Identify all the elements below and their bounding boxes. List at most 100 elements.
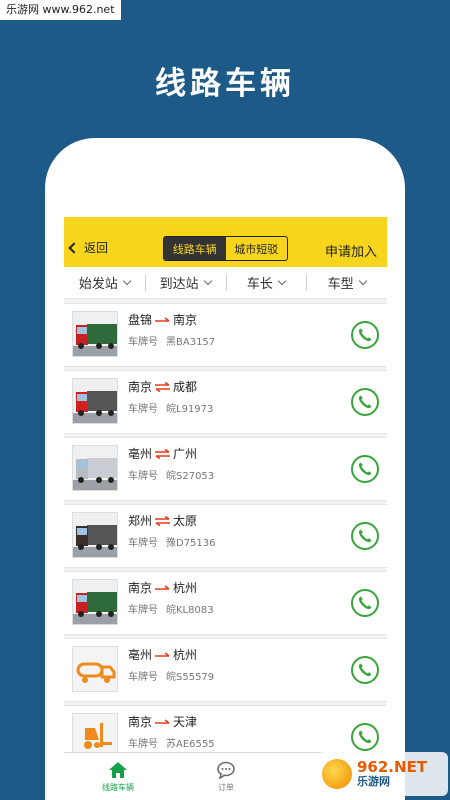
segment-line-vehicles[interactable]: 线路车辆 (164, 237, 226, 260)
phone-icon (358, 730, 372, 744)
route-origin: 郑州 (128, 514, 153, 528)
call-button[interactable] (351, 656, 379, 684)
call-button[interactable] (351, 522, 379, 550)
truck-thumbnail (72, 579, 118, 625)
route: 盘锦 南京 (128, 311, 197, 328)
app-screen: 返回 线路车辆 城市短驳 申请加入 始发站 到达站 车长 车型 盘锦 南京 车牌号黑… (64, 217, 387, 800)
vehicle-list-item[interactable]: 南京 杭州车牌号 皖KL8083 (64, 571, 387, 635)
round-trip-arrow-icon (155, 515, 171, 526)
back-label: 返回 (84, 241, 109, 255)
call-button[interactable] (351, 388, 379, 416)
phone-icon (358, 462, 372, 476)
route: 南京 杭州 (128, 579, 197, 596)
plate-info: 车牌号 豫D75136 (128, 534, 216, 549)
chat-bubble-icon (217, 761, 235, 779)
one-way-arrow-icon (155, 718, 170, 724)
call-button[interactable] (351, 321, 379, 349)
vehicle-list: 盘锦 南京 车牌号 黑BA3157 南京 成都 车牌号 皖L91973 亳州 广州 车牌号 皖S270… (64, 303, 387, 772)
filter-label: 始发站 (78, 277, 118, 292)
filter-type[interactable]: 车型 (306, 267, 387, 298)
phone-icon (358, 596, 372, 610)
apply-join-button[interactable]: 申请加入 (325, 241, 377, 260)
route: 亳州 杭州 (128, 646, 197, 663)
chevron-down-icon (203, 276, 212, 285)
filter-label: 到达站 (159, 277, 199, 292)
home-icon (109, 762, 127, 778)
route-origin: 南京 (128, 715, 153, 729)
promo-title: 线路车辆 (155, 66, 295, 102)
phone-frame: 返回 线路车辆 城市短驳 申请加入 始发站 到达站 车长 车型 盘锦 南京 车牌号黑… (45, 138, 405, 800)
plate-number: 皖S27053 (166, 471, 215, 482)
plate-label: 车牌号 (128, 404, 158, 415)
route: 亳州 广州 (128, 445, 197, 462)
route-destination: 天津 (173, 715, 198, 729)
route: 郑州 太原 (128, 512, 197, 529)
route-destination: 广州 (173, 447, 198, 461)
filter-origin[interactable]: 始发站 (64, 267, 145, 298)
brand-watermark: 962.NET 乐游网 (318, 752, 448, 796)
site-watermark: 乐游网 www.962.net (0, 0, 121, 20)
truck-thumbnail (72, 445, 118, 491)
vehicle-list-item[interactable]: 盘锦 南京车牌号 黑BA3157 (64, 303, 387, 367)
filter-label: 车型 (327, 277, 354, 292)
vehicle-list-item[interactable]: 亳州 广州车牌号 皖S27053 (64, 437, 387, 501)
route-origin: 盘锦 (128, 313, 153, 327)
plate-info: 车牌号 苏AE6555 (128, 735, 215, 750)
plate-info: 车牌号 皖S55579 (128, 668, 214, 683)
phone-icon (358, 663, 372, 677)
plate-label: 车牌号 (128, 605, 158, 616)
one-way-arrow-icon (155, 316, 170, 322)
route-destination: 杭州 (173, 648, 198, 662)
filter-length[interactable]: 车长 (225, 267, 307, 298)
phone-icon (358, 395, 372, 409)
plate-number: 皖L91973 (166, 404, 214, 415)
plate-number: 苏AE6555 (166, 739, 215, 750)
route-origin: 南京 (128, 380, 153, 394)
vehicle-list-item[interactable]: 郑州 太原车牌号 豫D75136 (64, 504, 387, 568)
chevron-down-icon (122, 276, 132, 285)
route-destination: 南京 (173, 313, 198, 327)
vehicle-list-item[interactable]: 南京 成都车牌号 皖L91973 (64, 370, 387, 434)
brand-main: 962.NET (357, 758, 428, 776)
filter-destination[interactable]: 到达站 (144, 267, 226, 298)
one-way-arrow-icon (155, 651, 170, 657)
truck-thumbnail (72, 311, 118, 357)
chevron-down-icon (358, 276, 367, 285)
filter-label: 车长 (246, 277, 273, 292)
back-button[interactable]: 返回 (68, 239, 109, 256)
filter-bar: 始发站 到达站 车长 车型 (64, 267, 387, 299)
plate-label: 车牌号 (128, 538, 158, 549)
one-way-arrow-icon (155, 584, 170, 590)
truck-thumbnail (72, 378, 118, 424)
plate-number: 皖KL8083 (166, 605, 214, 616)
phone-icon (358, 328, 372, 342)
plate-number: 黑BA3157 (166, 337, 216, 348)
brand-ball-logo (322, 759, 352, 789)
brand-sub: 乐游网 (357, 775, 390, 788)
plate-info: 车牌号 皖L91973 (128, 400, 213, 415)
route: 南京 天津 (128, 713, 197, 730)
tab-orders[interactable]: 订单 (172, 753, 280, 800)
plate-info: 车牌号 皖S27053 (128, 467, 214, 482)
route: 南京 成都 (128, 378, 197, 395)
vehicle-list-item[interactable]: 亳州 杭州车牌号 皖S55579 (64, 638, 387, 702)
chevron-left-icon (68, 241, 80, 254)
route-origin: 亳州 (128, 447, 153, 461)
call-button[interactable] (351, 455, 379, 483)
call-button[interactable] (351, 589, 379, 617)
plate-label: 车牌号 (128, 337, 158, 348)
route-destination: 太原 (173, 514, 198, 528)
call-button[interactable] (351, 723, 379, 751)
plate-number: 豫D75136 (166, 538, 216, 549)
route-destination: 杭州 (173, 581, 198, 595)
plate-info: 车牌号 皖KL8083 (128, 601, 214, 616)
truck-thumbnail (72, 646, 118, 692)
round-trip-arrow-icon (155, 448, 171, 459)
segment-control: 线路车辆 城市短驳 (163, 236, 288, 261)
chevron-down-icon (277, 276, 287, 285)
route-origin: 南京 (128, 581, 153, 595)
tab-line-vehicles[interactable]: 线路车辆 (64, 753, 172, 800)
segment-city-shuttle[interactable]: 城市短驳 (226, 237, 288, 260)
truck-thumbnail (72, 512, 118, 558)
plate-label: 车牌号 (128, 471, 158, 482)
